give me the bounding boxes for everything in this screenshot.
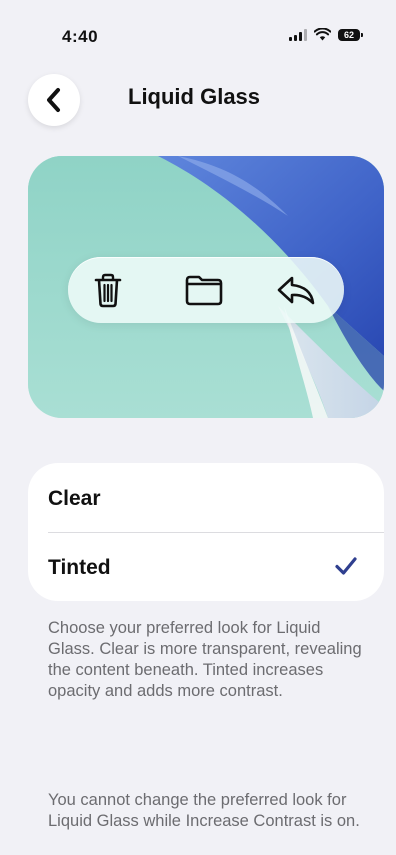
appearance-options-card: Clear Tinted	[28, 463, 384, 601]
option-tinted[interactable]: Tinted	[28, 532, 384, 601]
status-time: 4:40	[62, 27, 99, 46]
folder-icon	[185, 275, 223, 306]
reply-icon	[277, 276, 315, 305]
wifi-icon	[314, 28, 331, 41]
battery-icon: 62	[338, 28, 363, 41]
cellular-signal-icon	[289, 28, 307, 41]
page-title: Liquid Glass	[128, 84, 261, 109]
status-icons: 62	[289, 28, 363, 41]
option-clear-label: Clear	[48, 487, 101, 510]
back-button[interactable]	[28, 74, 80, 126]
footnote-contrast-warning: You cannot change the preferred look for…	[48, 791, 360, 830]
option-clear[interactable]: Clear	[28, 463, 384, 532]
glass-toolbar	[68, 257, 344, 323]
liquid-glass-preview	[28, 156, 384, 418]
footnote-description: Choose your preferred look for Liquid Gl…	[48, 619, 362, 700]
checkmark-icon	[335, 557, 357, 575]
chevron-left-icon	[47, 88, 60, 112]
settings-screen: 4:40 62 Liquid Glass Clear Tinted Choose…	[0, 0, 396, 855]
option-tinted-label: Tinted	[48, 556, 111, 579]
status-bar: 4:40 62	[0, 0, 396, 60]
trash-icon	[94, 273, 122, 308]
